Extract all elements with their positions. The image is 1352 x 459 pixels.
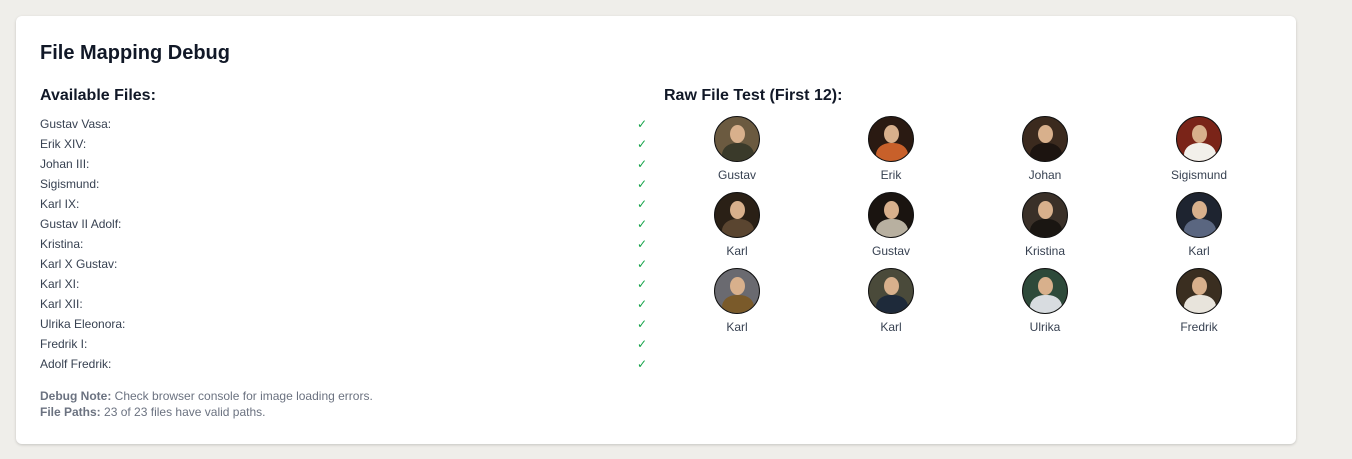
debug-note-label: Debug Note:: [40, 389, 112, 403]
file-name: Karl XII:: [40, 297, 83, 311]
file-row: Sigismund: ✓: [40, 174, 647, 194]
portrait-image: [1176, 192, 1222, 238]
portrait-caption: Karl: [1188, 244, 1210, 258]
file-row: Ulrika Eleonora: ✓: [40, 314, 647, 334]
file-row: Erik XIV: ✓: [40, 134, 647, 154]
portrait-tile: Karl: [664, 268, 810, 340]
file-row: Karl XII: ✓: [40, 294, 647, 314]
checkmark-icon: ✓: [636, 157, 647, 171]
portrait-tile: Johan: [972, 116, 1118, 188]
portrait-tile: Kristina: [972, 192, 1118, 264]
file-name: Karl XI:: [40, 277, 80, 291]
file-row: Karl XI: ✓: [40, 274, 647, 294]
checkmark-icon: ✓: [636, 337, 647, 351]
file-name: Karl IX:: [40, 197, 80, 211]
file-list: Gustav Vasa: ✓ Erik XIV: ✓ Johan III: ✓ Sigism…: [40, 114, 647, 374]
portrait-image: [1176, 268, 1222, 314]
portrait-caption: Karl: [726, 244, 748, 258]
portrait-caption: Gustav: [717, 168, 756, 182]
portrait-image: [714, 192, 760, 238]
portrait-image: [868, 116, 914, 162]
file-name: Gustav II Adolf:: [40, 217, 122, 231]
portrait-tile: Gustav: [664, 116, 810, 188]
checkmark-icon: ✓: [636, 317, 647, 331]
debug-note-line: Debug Note: Check browser console for im…: [40, 388, 373, 404]
available-files-section: Available Files: Gustav Vasa: ✓ Erik XIV: ✓…: [40, 86, 647, 374]
file-row: Karl X Gustav: ✓: [40, 254, 647, 274]
portrait-caption: Johan: [1028, 168, 1062, 182]
checkmark-icon: ✓: [636, 257, 647, 271]
checkmark-icon: ✓: [636, 137, 647, 151]
portrait-image: [1022, 192, 1068, 238]
portrait-caption: Kristina: [1024, 244, 1065, 258]
checkmark-icon: ✓: [636, 217, 647, 231]
portrait-caption: Sigismund: [1170, 168, 1228, 182]
file-name: Gustav Vasa:: [40, 117, 112, 131]
checkmark-icon: ✓: [636, 197, 647, 211]
portrait-image: [868, 192, 914, 238]
file-row: Kristina: ✓: [40, 234, 647, 254]
portrait-caption: Fredrik: [1180, 320, 1218, 334]
portrait-image: [714, 268, 760, 314]
portrait-grid: Gustav Erik Johan Sigismund Karl Gustav Kristi…: [664, 116, 1274, 340]
portrait-caption: Erik: [880, 168, 902, 182]
portrait-image: [868, 268, 914, 314]
file-name: Adolf Fredrik:: [40, 357, 112, 371]
portrait-image: [1022, 116, 1068, 162]
page-title: File Mapping Debug: [40, 42, 230, 64]
portrait-tile: Gustav: [818, 192, 964, 264]
portrait-caption: Karl: [726, 320, 748, 334]
checkmark-icon: ✓: [636, 177, 647, 191]
debug-notes: Debug Note: Check browser console for im…: [40, 388, 373, 420]
file-row: Gustav II Adolf: ✓: [40, 214, 647, 234]
debug-note-text: Check browser console for image loading …: [114, 389, 373, 403]
portrait-caption: Gustav: [871, 244, 910, 258]
file-name: Sigismund:: [40, 177, 100, 191]
raw-file-test-section: Raw File Test (First 12): Gustav Erik Joha…: [664, 86, 1274, 340]
file-row: Gustav Vasa: ✓: [40, 114, 647, 134]
portrait-tile: Karl: [1126, 192, 1272, 264]
portrait-caption: Karl: [880, 320, 902, 334]
checkmark-icon: ✓: [636, 297, 647, 311]
checkmark-icon: ✓: [636, 237, 647, 251]
file-name: Johan III:: [40, 157, 90, 171]
portrait-tile: Ulrika: [972, 268, 1118, 340]
file-name: Karl X Gustav:: [40, 257, 118, 271]
portrait-tile: Karl: [664, 192, 810, 264]
file-name: Erik XIV:: [40, 137, 87, 151]
checkmark-icon: ✓: [636, 117, 647, 131]
file-row: Adolf Fredrik: ✓: [40, 354, 647, 374]
file-paths-line: File Paths: 23 of 23 files have valid pa…: [40, 404, 373, 420]
portrait-tile: Fredrik: [1126, 268, 1272, 340]
portrait-image: [714, 116, 760, 162]
portrait-caption: Ulrika: [1029, 320, 1061, 334]
file-row: Karl IX: ✓: [40, 194, 647, 214]
file-paths-text: 23 of 23 files have valid paths.: [104, 405, 266, 419]
available-files-heading: Available Files:: [40, 87, 156, 104]
checkmark-icon: ✓: [636, 277, 647, 291]
file-name: Ulrika Eleonora:: [40, 317, 126, 331]
portrait-tile: Karl: [818, 268, 964, 340]
file-name: Fredrik I:: [40, 337, 88, 351]
debug-card: File Mapping Debug Available Files: Gust…: [16, 16, 1296, 444]
file-name: Kristina:: [40, 237, 84, 251]
portrait-image: [1022, 268, 1068, 314]
raw-file-test-heading: Raw File Test (First 12):: [664, 87, 843, 104]
file-row: Johan III: ✓: [40, 154, 647, 174]
portrait-image: [1176, 116, 1222, 162]
file-paths-label: File Paths:: [40, 405, 101, 419]
portrait-tile: Sigismund: [1126, 116, 1272, 188]
checkmark-icon: ✓: [636, 357, 647, 371]
file-row: Fredrik I: ✓: [40, 334, 647, 354]
portrait-tile: Erik: [818, 116, 964, 188]
